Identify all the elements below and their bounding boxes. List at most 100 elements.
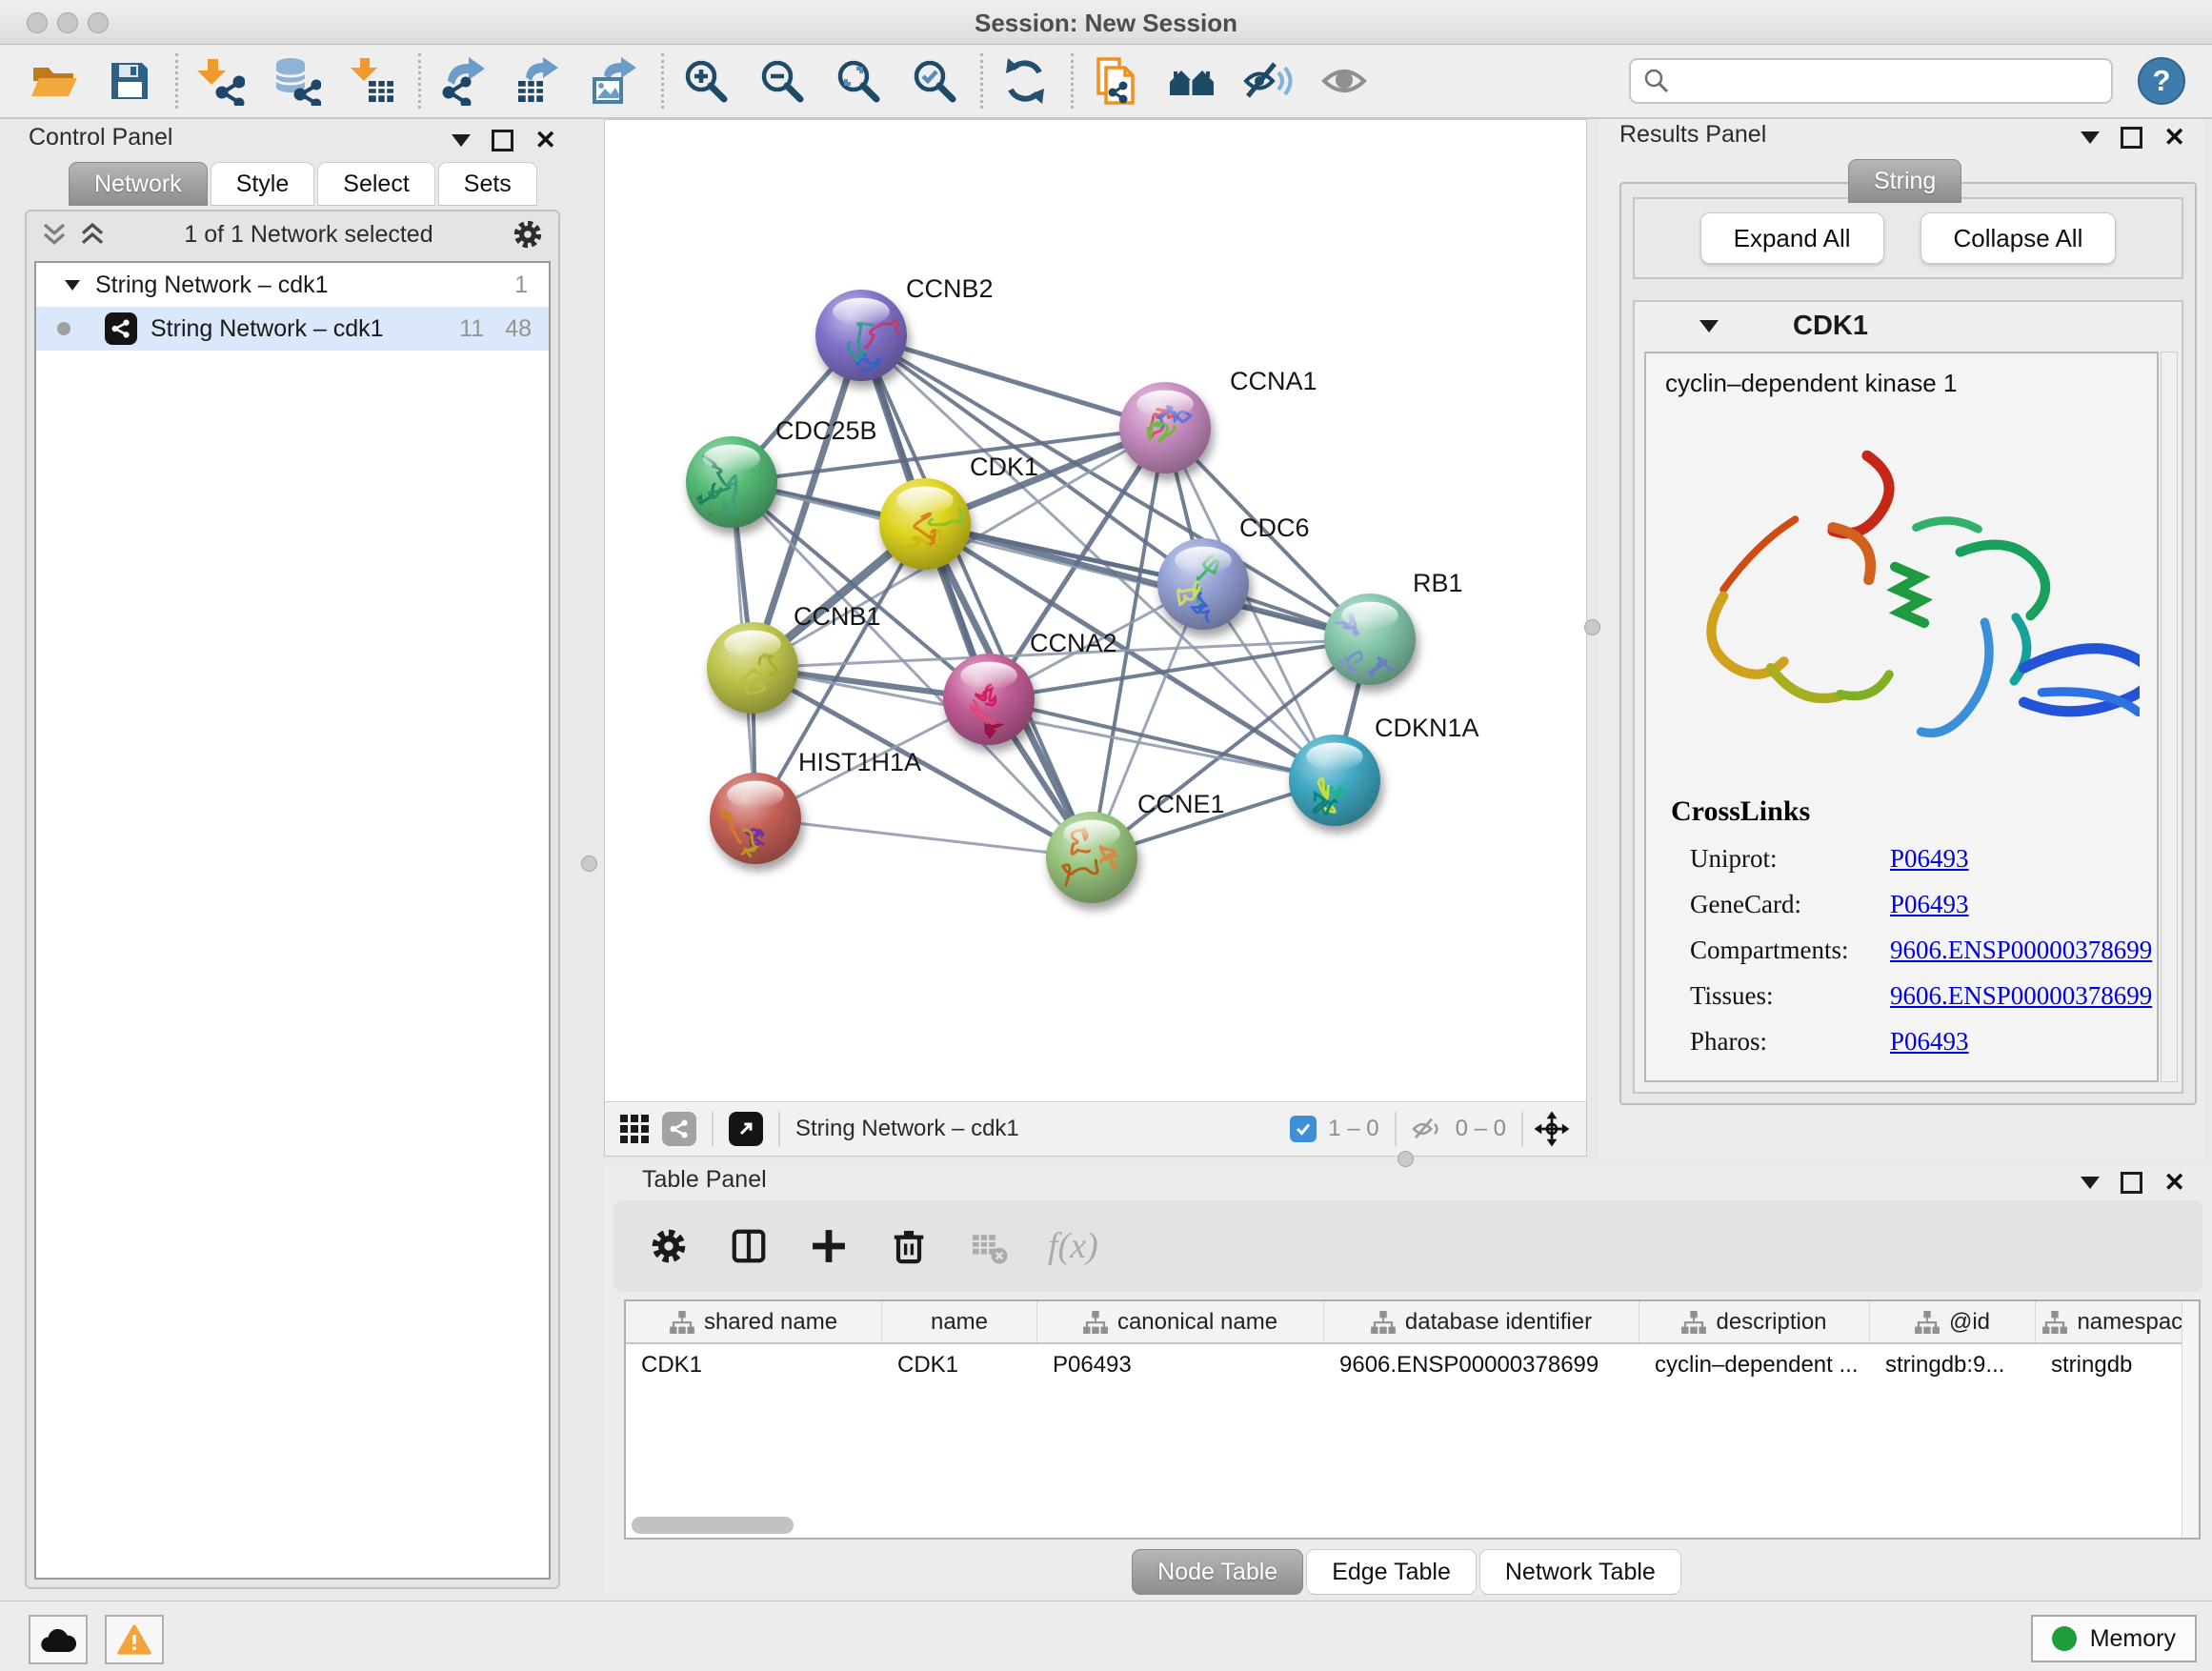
crosslink-link[interactable]: 9606.ENSP00000378699 xyxy=(1890,936,2152,965)
table-horizontal-scrollbar[interactable] xyxy=(632,1517,794,1534)
apply-layout-icon[interactable] xyxy=(998,54,1052,108)
tab-style[interactable]: Style xyxy=(211,162,315,206)
panel-menu-icon[interactable] xyxy=(2081,1177,2100,1189)
crosslink-link[interactable]: 9606.ENSP00000378699 xyxy=(1890,981,2152,1011)
network-edge[interactable] xyxy=(755,818,1092,857)
show-columns-icon[interactable] xyxy=(728,1225,770,1267)
zoom-in-icon[interactable] xyxy=(679,54,733,108)
panel-close-icon[interactable]: ✕ xyxy=(2163,1170,2185,1196)
network-edge[interactable] xyxy=(861,335,1165,428)
export-network-icon[interactable] xyxy=(436,54,490,108)
node-label: CCNB2 xyxy=(906,274,994,303)
network-node-CDKN1A[interactable]: CDKN1A xyxy=(1289,714,1479,826)
tree-expand-icon[interactable] xyxy=(65,280,80,291)
column-header-id[interactable]: @id xyxy=(1870,1301,2036,1342)
column-header-canonical-name[interactable]: canonical name xyxy=(1037,1301,1324,1342)
tab-network[interactable]: Network xyxy=(69,162,208,206)
table-row[interactable]: CDK1 CDK1 P06493 9606.ENSP00000378699 cy… xyxy=(626,1344,2199,1385)
home-networks-icon[interactable] xyxy=(1165,54,1218,108)
toolbar-separator xyxy=(175,53,178,109)
add-column-icon[interactable] xyxy=(808,1225,850,1267)
crosslink-link[interactable]: P06493 xyxy=(1890,844,1969,874)
network-node-CCNE1[interactable]: CCNE1 xyxy=(1046,790,1225,903)
crosslink-label: Pharos: xyxy=(1671,1027,1890,1057)
protein-section-header[interactable]: CDK1 xyxy=(1635,302,2182,350)
right-splitter-handle[interactable] xyxy=(1584,619,1600,635)
panel-close-icon[interactable]: ✕ xyxy=(2163,125,2185,151)
save-session-icon[interactable] xyxy=(103,54,156,108)
export-image-icon[interactable] xyxy=(589,54,642,108)
crosslink-row: Compartments: 9606.ENSP00000378699 xyxy=(1671,936,2157,965)
horizontal-splitter-handle[interactable] xyxy=(1398,1151,1414,1167)
panel-float-icon[interactable] xyxy=(2121,1172,2142,1194)
protein-structure-image xyxy=(1646,423,2157,771)
string-results-container: Expand All Collapse All CDK1 cyclin–depe… xyxy=(1619,182,2197,1105)
network-share-icon[interactable] xyxy=(662,1112,696,1146)
panel-float-icon[interactable] xyxy=(2121,127,2142,149)
birds-eye-view-icon[interactable] xyxy=(620,1115,649,1143)
crosslink-label: Uniprot: xyxy=(1671,844,1890,874)
table-vertical-scrollbar[interactable] xyxy=(2182,1301,2199,1538)
zoom-fit-icon[interactable] xyxy=(832,54,885,108)
panel-close-icon[interactable]: ✕ xyxy=(534,128,556,153)
panel-float-icon[interactable] xyxy=(492,130,513,151)
crosslinks-section: CrossLinks Uniprot: P06493 GeneCard: P06… xyxy=(1646,771,2157,1057)
duplicate-network-icon[interactable] xyxy=(1089,54,1142,108)
tab-edge-table[interactable]: Edge Table xyxy=(1306,1549,1477,1595)
search-input[interactable] xyxy=(1671,67,2100,95)
node-table: shared name name canonical name database… xyxy=(624,1299,2201,1540)
show-eye-icon[interactable] xyxy=(1317,54,1371,108)
network-node-CCNB1[interactable]: CCNB1 xyxy=(707,602,881,714)
network-canvas[interactable]: CCNB2CCNA1CDC25BCDK1CDC6RB1CCNB1CCNA2CDK… xyxy=(605,120,1586,1102)
hide-panel-eye-icon[interactable] xyxy=(1241,54,1295,108)
network-node-RB1[interactable]: RB1 xyxy=(1324,569,1463,685)
expand-all-button[interactable]: Expand All xyxy=(1700,212,1884,264)
network-node-CCNA1[interactable]: CCNA1 xyxy=(1119,367,1317,473)
detach-view-icon[interactable] xyxy=(729,1112,763,1146)
network-collection-row[interactable]: String Network – cdk1 1 xyxy=(36,263,549,307)
column-header-database-identifier[interactable]: database identifier xyxy=(1324,1301,1639,1342)
delete-column-icon[interactable] xyxy=(888,1225,930,1267)
help-button[interactable]: ? xyxy=(2138,57,2185,105)
zoom-selected-icon[interactable] xyxy=(908,54,961,108)
tab-string[interactable]: String xyxy=(1848,159,1961,203)
node-count: 11 xyxy=(459,315,484,343)
import-network-icon[interactable] xyxy=(193,54,247,108)
column-header-shared-name[interactable]: shared name xyxy=(626,1301,882,1342)
results-scrollbar[interactable] xyxy=(2161,352,2178,1082)
tab-node-table[interactable]: Node Table xyxy=(1132,1549,1303,1595)
left-splitter-handle[interactable] xyxy=(581,856,597,872)
panel-menu-icon[interactable] xyxy=(452,134,471,147)
tab-select[interactable]: Select xyxy=(317,162,434,206)
zoom-out-icon[interactable] xyxy=(755,54,809,108)
results-panel-title: Results Panel xyxy=(1619,121,1766,149)
export-table-icon[interactable] xyxy=(513,54,566,108)
section-collapse-icon[interactable] xyxy=(1699,320,1719,332)
expand-all-icon[interactable] xyxy=(40,220,69,249)
collapse-all-icon[interactable] xyxy=(78,220,107,249)
gear-icon[interactable] xyxy=(511,217,545,252)
network-node-HIST1H1A[interactable]: HIST1H1A xyxy=(710,748,921,864)
crosslink-link[interactable]: P06493 xyxy=(1890,1027,1969,1057)
selected-checkbox-icon[interactable] xyxy=(1290,1116,1317,1142)
search-field[interactable] xyxy=(1629,58,2113,104)
column-header-name[interactable]: name xyxy=(882,1301,1037,1342)
tab-sets[interactable]: Sets xyxy=(438,162,537,206)
table-settings-gear-icon[interactable] xyxy=(648,1225,690,1267)
cloud-status-button[interactable] xyxy=(29,1615,88,1664)
import-table-icon[interactable] xyxy=(346,54,399,108)
column-header-namespace[interactable]: namespace xyxy=(2036,1301,2201,1342)
tab-network-table[interactable]: Network Table xyxy=(1479,1549,1681,1595)
collapse-all-button[interactable]: Collapse All xyxy=(1920,212,2117,264)
network-row[interactable]: String Network – cdk1 11 48 xyxy=(36,307,549,351)
memory-button[interactable]: Memory xyxy=(2031,1615,2197,1662)
pan-crosshair-icon[interactable] xyxy=(1533,1110,1571,1148)
node-label: CDC6 xyxy=(1239,513,1310,542)
cloud-icon xyxy=(40,1625,76,1654)
import-network-from-database-icon[interactable] xyxy=(270,54,323,108)
column-header-description[interactable]: description xyxy=(1639,1301,1870,1342)
crosslink-link[interactable]: P06493 xyxy=(1890,890,1969,919)
open-session-icon[interactable] xyxy=(27,54,80,108)
warnings-button[interactable] xyxy=(105,1615,164,1664)
panel-menu-icon[interactable] xyxy=(2081,131,2100,144)
